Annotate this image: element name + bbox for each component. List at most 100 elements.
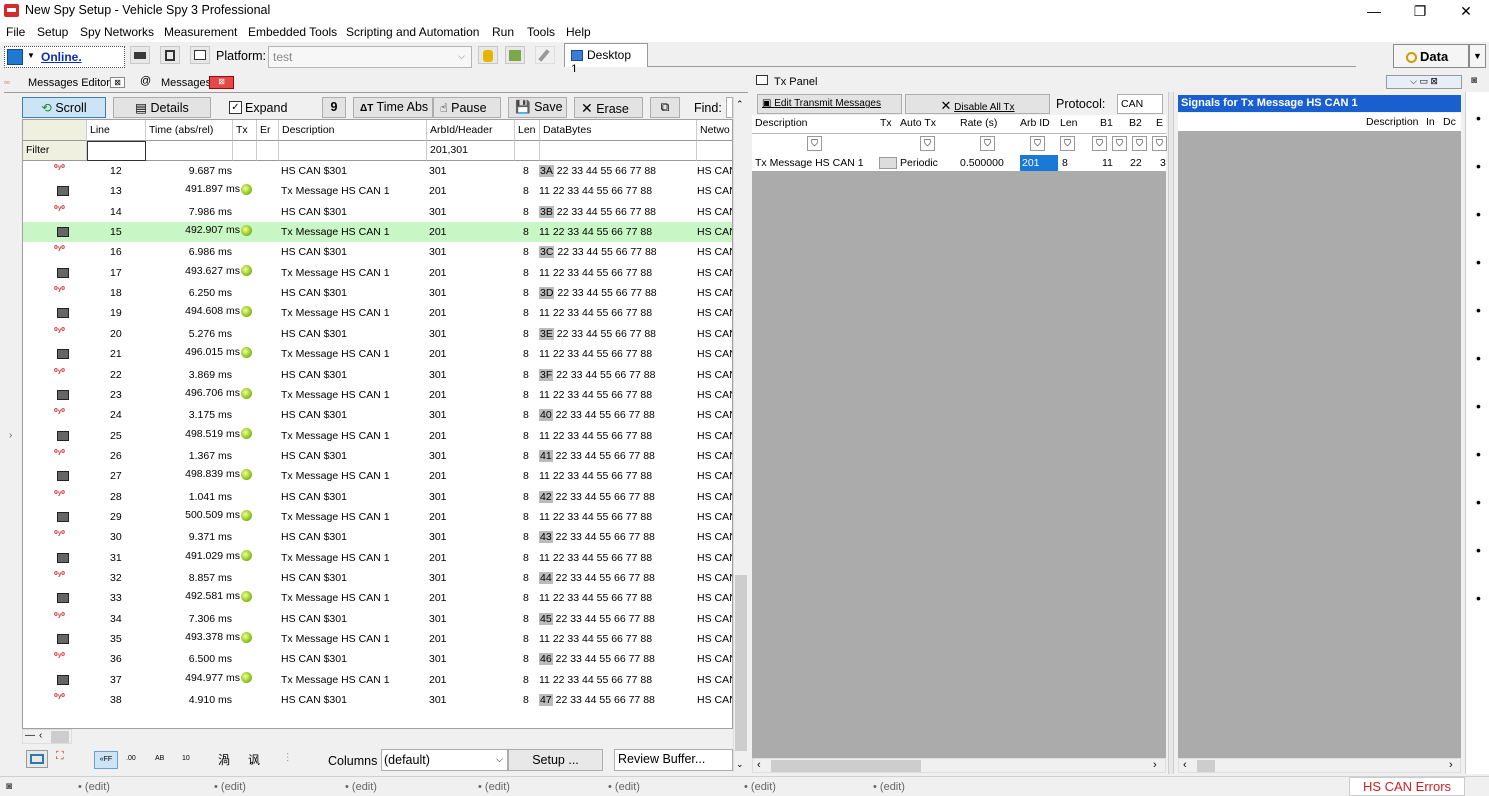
rail-item[interactable]: •	[1476, 110, 1481, 126]
table-row[interactable]: 13 491.897 ms Tx Message HS CAN 1 201 8 11 22…	[23, 181, 732, 201]
tx-row-b1[interactable]: 11	[1102, 157, 1113, 169]
hs-can-errors-indicator[interactable]: HS CAN Errors	[1349, 777, 1465, 796]
desktop-tab[interactable]: Desktop 1	[564, 43, 648, 76]
minimize-button[interactable]: —	[1351, 0, 1397, 22]
setup-button[interactable]: Setup ...	[508, 749, 603, 771]
close-button[interactable]: ✕	[1443, 0, 1489, 22]
tx-col-tx[interactable]: Tx	[880, 117, 892, 129]
filter-icon[interactable]: ⛉	[807, 136, 822, 151]
camera-icon[interactable]: ◙	[6, 781, 12, 792]
table-row[interactable]: ⁰ʸ⁰ 32 8.857 ms HS CAN $301 301 8 44 22 33 44 …	[23, 568, 732, 588]
ascii-format-icon[interactable]: AB	[155, 755, 164, 762]
camera-icon[interactable]: ◙	[1471, 75, 1477, 86]
table-row[interactable]: 35 493.378 ms Tx Message HS CAN 1 201 8 11 22…	[23, 629, 732, 649]
status-edit-4[interactable]: • (edit)	[478, 781, 510, 793]
menu-tools[interactable]: Tools	[527, 25, 555, 39]
table-row[interactable]: 25 498.519 ms Tx Message HS CAN 1 201 8 11 22…	[23, 426, 732, 446]
menu-setup[interactable]: Setup	[37, 25, 68, 39]
scroll-thumb[interactable]	[735, 575, 747, 751]
table-row[interactable]: ⁰ʸ⁰ 30 9.371 ms HS CAN $301 301 8 43 22 33 44 …	[23, 527, 732, 547]
messages-hscrollbar[interactable]: — ‹	[22, 729, 72, 744]
col-tx[interactable]: Tx	[233, 120, 257, 141]
menu-file[interactable]: File	[6, 25, 25, 39]
pause-button[interactable]: ☝ Pause	[433, 97, 501, 118]
filter-icon[interactable]: ⛉	[1132, 136, 1147, 151]
format-button[interactable]: 9	[322, 97, 346, 118]
col-description[interactable]: Description	[279, 120, 427, 141]
filter-icon[interactable]: ⛉	[980, 136, 995, 151]
online-selector[interactable]: ▼ Online.	[4, 46, 125, 68]
rail-item[interactable]: •	[1476, 254, 1481, 270]
status-edit-3[interactable]: • (edit)	[345, 781, 377, 793]
network-icon[interactable]	[26, 750, 48, 768]
filter-tx[interactable]	[233, 141, 257, 161]
table-row[interactable]: 15 492.907 ms Tx Message HS CAN 1 201 8 11 22…	[23, 222, 732, 243]
erase-button[interactable]: ✕ Erase	[574, 97, 643, 118]
sig-col-dc[interactable]: Dc	[1443, 116, 1456, 128]
col-len[interactable]: Len	[515, 120, 540, 141]
tx-col-rate[interactable]: Rate (s)	[960, 117, 997, 129]
status-edit-5[interactable]: • (edit)	[608, 781, 640, 793]
swap-icon[interactable]: 讽	[248, 751, 260, 768]
table-row[interactable]: ⁰ʸ⁰ 34 7.306 ms HS CAN $301 301 8 45 22 33 44 …	[23, 609, 732, 629]
tx-col-len[interactable]: Len	[1060, 117, 1078, 129]
signals-hscrollbar[interactable]: ‹ ›	[1178, 758, 1461, 773]
menu-spy-networks[interactable]: Spy Networks	[80, 25, 154, 39]
filter-er[interactable]	[257, 141, 279, 161]
table-row[interactable]: 21 496.015 ms Tx Message HS CAN 1 201 8 11 22…	[23, 344, 732, 364]
status-edit-6[interactable]: • (edit)	[744, 781, 776, 793]
disable-all-tx-button[interactable]: ✕ Disable All Tx	[905, 94, 1050, 114]
table-row[interactable]: ⁰ʸ⁰ 38 4.910 ms HS CAN $301 301 8 47 22 33 44 …	[23, 690, 732, 710]
time-abs-button[interactable]: ΔT Time Abs	[353, 97, 433, 118]
status-edit-7[interactable]: • (edit)	[873, 781, 905, 793]
database-icon[interactable]	[478, 46, 498, 64]
table-row[interactable]: ⁰ʸ⁰ 28 1.041 ms HS CAN $301 301 8 42 22 33 44 …	[23, 487, 732, 507]
menu-scripting[interactable]: Scripting and Automation	[346, 25, 479, 39]
filter-databytes[interactable]	[540, 141, 697, 161]
table-row[interactable]: 37 494.977 ms Tx Message HS CAN 1 201 8 11 22…	[23, 670, 732, 690]
table-row[interactable]: ⁰ʸ⁰ 26 1.367 ms HS CAN $301 301 8 41 22 33 44 …	[23, 446, 732, 466]
table-row[interactable]: 17 493.627 ms Tx Message HS CAN 1 201 8 11 22…	[23, 263, 732, 283]
table-row[interactable]: ⁰ʸ⁰ 12 9.687 ms HS CAN $301 301 8 3A 22 33 44 …	[23, 161, 732, 181]
messages-vscrollbar[interactable]: ⌃ ⌄	[733, 97, 748, 772]
data-dropdown[interactable]: ▼	[1469, 44, 1486, 68]
rail-item[interactable]: •	[1476, 206, 1481, 222]
edit-transmit-button[interactable]: ▣ Edit Transmit Messages	[757, 94, 902, 114]
expand-checkbox[interactable]: ✓	[229, 101, 242, 114]
rail-item[interactable]: •	[1476, 398, 1481, 414]
review-buffer-button[interactable]: Review Buffer...	[614, 749, 733, 771]
filter-description[interactable]	[279, 141, 427, 161]
tx-col-b2[interactable]: B2	[1129, 117, 1142, 129]
rail-item[interactable]: •	[1476, 590, 1481, 606]
hardware-icon[interactable]	[130, 46, 150, 64]
sig-col-description[interactable]: Description	[1366, 116, 1419, 128]
filter-time[interactable]	[146, 141, 233, 161]
data-button[interactable]: Data	[1393, 44, 1469, 68]
rail-item[interactable]: •	[1476, 542, 1481, 558]
table-row[interactable]: ⁰ʸ⁰ 22 3.869 ms HS CAN $301 301 8 3F 22 33 44 …	[23, 365, 732, 385]
table-row[interactable]: ⁰ʸ⁰ 18 6.250 ms HS CAN $301 301 8 3D 22 33 44 …	[23, 283, 732, 303]
close-messages-editor-icon[interactable]: ⊠	[110, 77, 125, 88]
tx-col-b1[interactable]: B1	[1100, 117, 1113, 129]
menu-help[interactable]: Help	[566, 25, 591, 39]
col-network[interactable]: Netwo	[697, 120, 732, 141]
table-row[interactable]: ⁰ʸ⁰ 20 5.276 ms HS CAN $301 301 8 3E 22 33 44 …	[23, 324, 732, 344]
tx-row-len[interactable]: 8	[1062, 157, 1068, 169]
scroll-button[interactable]: ⟲ Scroll	[22, 97, 106, 118]
rail-item[interactable]: •	[1476, 158, 1481, 174]
rail-item[interactable]: •	[1476, 446, 1481, 462]
columns-select[interactable]: (default) ⌵	[381, 749, 508, 771]
filter-network[interactable]	[697, 141, 732, 161]
panel-splitter[interactable]	[1168, 92, 1174, 774]
hex-format-icon[interactable]: «FF	[94, 751, 118, 769]
filter-icon[interactable]: ⛉	[1152, 136, 1167, 151]
tx-col-autotx[interactable]: Auto Tx	[900, 117, 936, 129]
tx-row-autotx[interactable]: Periodic	[900, 157, 938, 169]
table-row[interactable]: ⁰ʸ⁰ 16 6.986 ms HS CAN $301 301 8 3C 22 33 44 …	[23, 242, 732, 262]
tx-message-row[interactable]: Tx Message HS CAN 1 Periodic 0.500000 20…	[752, 155, 1166, 171]
tx-col-b3[interactable]: E	[1156, 117, 1163, 129]
table-row[interactable]: 23 496.706 ms Tx Message HS CAN 1 201 8 11 22…	[23, 385, 732, 405]
col-line[interactable]: Line	[87, 120, 146, 141]
filter-len[interactable]	[515, 141, 540, 161]
wrench-icon[interactable]	[535, 46, 555, 64]
